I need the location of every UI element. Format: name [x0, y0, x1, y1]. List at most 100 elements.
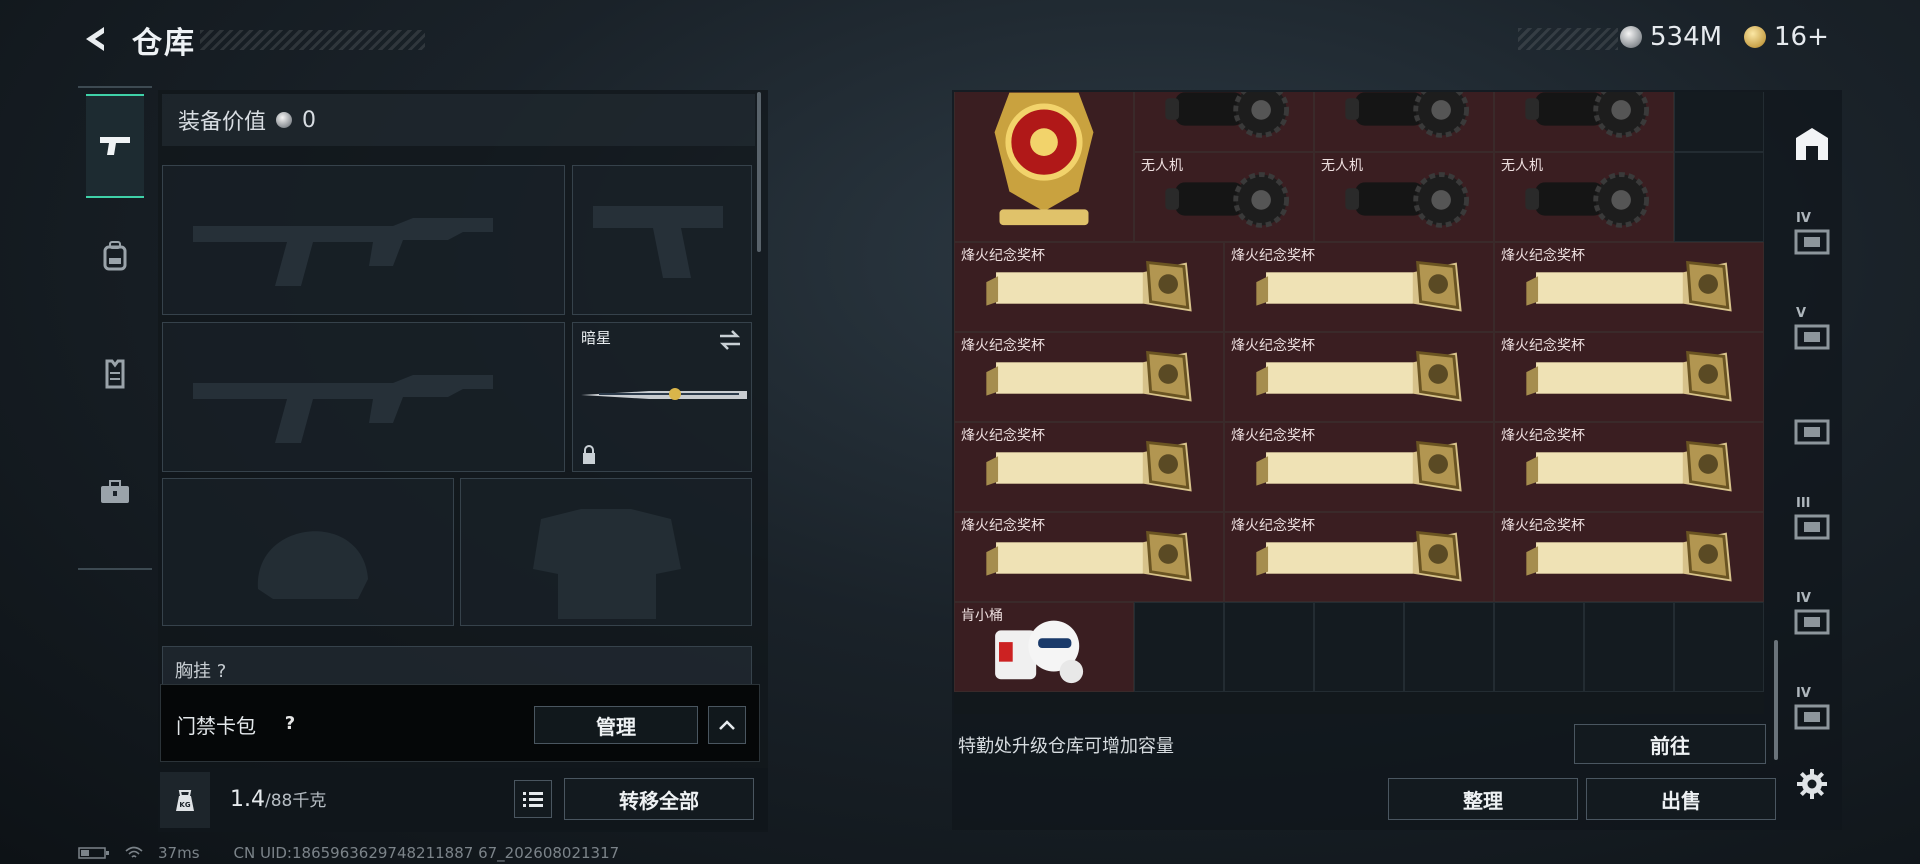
rail-item-backpack[interactable] [86, 204, 144, 308]
weight-readout: 1.4/88千克 [230, 786, 326, 812]
silver-currency[interactable]: 534M [1620, 22, 1722, 52]
item-name: 无人机 [1501, 158, 1543, 174]
equipment-value-label: 装备价值 [178, 110, 267, 135]
empty-cell[interactable] [1224, 602, 1314, 692]
sort-button[interactable]: 整理 [1388, 778, 1578, 820]
back-arrow-icon [86, 27, 104, 51]
expand-button[interactable] [708, 706, 746, 744]
storage-item-trophy[interactable]: 烽火纪念奖杯 [1494, 512, 1764, 602]
help-icon[interactable]: ? [276, 709, 304, 737]
goto-label: 前往 [1650, 733, 1690, 758]
secondary-weapon-slot[interactable] [162, 322, 565, 472]
storage-item-trophy[interactable]: 烽火纪念奖杯 [1224, 512, 1494, 602]
weight-icon: KG [160, 772, 210, 828]
storage-item-medal[interactable]: 阿萨拉勋章 [954, 92, 1134, 242]
list-icon [523, 792, 543, 807]
page-title: 仓库 [132, 26, 196, 61]
melee-name: 暗星 [581, 329, 612, 347]
goto-button[interactable]: 前往 [1574, 724, 1766, 764]
gold-currency[interactable]: 16+ [1744, 22, 1829, 52]
empty-cell[interactable] [1134, 602, 1224, 692]
rifle-silhouette-icon [193, 375, 493, 443]
empty-cell[interactable] [1314, 602, 1404, 692]
storage-item-drone[interactable]: 无人机 [1314, 152, 1494, 242]
storage-item-drone[interactable]: 无人机 [1134, 92, 1314, 152]
vest-icon [105, 359, 125, 389]
loadout-scrollbar[interactable] [757, 92, 761, 252]
tier-label: III [1796, 496, 1811, 511]
rail-item-weapons[interactable] [86, 94, 144, 198]
tier-label: V [1796, 306, 1807, 321]
storage-item-trophy[interactable]: 烽火纪念奖杯 [954, 332, 1224, 422]
storage-item-drone[interactable]: 无人机 [1314, 92, 1494, 152]
chest-rig-row[interactable]: 胸挂 ? [162, 646, 752, 686]
wifi-icon [125, 846, 143, 858]
storage-tab-ii-icon[interactable] [1790, 407, 1834, 451]
uid-text: CN UID:1865963629748211887 67_2026080213… [233, 844, 620, 862]
storage-box-icon [1794, 324, 1830, 350]
storage-item-trophy[interactable]: 烽火纪念奖杯 [954, 242, 1224, 332]
swap-icon[interactable] [717, 329, 743, 351]
storage-tab-iv-c-icon[interactable]: IV [1790, 686, 1834, 736]
storage-grid: 阿萨拉勋章 无人机 无人机 无人机 无人机 无人机 无人机 [954, 92, 1764, 714]
silver-amount: 534M [1650, 22, 1723, 52]
storage-item-trophy[interactable]: 烽火纪念奖杯 [1494, 422, 1764, 512]
storage-item-trophy[interactable]: 烽火纪念奖杯 [1494, 332, 1764, 422]
tier-label: IV [1796, 211, 1811, 226]
empty-cell[interactable] [1674, 92, 1764, 152]
empty-cell[interactable] [1674, 602, 1764, 692]
settings-button[interactable] [1790, 762, 1834, 806]
sidearm-slot[interactable] [572, 165, 752, 315]
currency-decoration [1518, 28, 1618, 50]
storage-scrollbar[interactable] [1774, 640, 1778, 760]
item-name: 烽火纪念奖杯 [961, 338, 1045, 354]
transfer-all-button[interactable]: 转移全部 [564, 778, 754, 820]
battery-icon [78, 847, 109, 859]
empty-cell[interactable] [1404, 602, 1494, 692]
storage-tab-iii-icon[interactable]: III [1790, 496, 1834, 546]
empty-cell[interactable] [1494, 602, 1584, 692]
gear-icon [1797, 769, 1827, 799]
item-name: 无人机 [1141, 158, 1183, 174]
empty-cell[interactable] [1584, 602, 1674, 692]
drone-icon [1165, 92, 1290, 138]
item-name: 肯小桶 [961, 608, 1003, 624]
knife-icon [581, 388, 747, 400]
rail-item-vest[interactable] [86, 322, 144, 426]
storage-item-trophy[interactable]: 烽火纪念奖杯 [954, 422, 1224, 512]
item-name: 无人机 [1321, 158, 1363, 174]
primary-weapon-slot[interactable] [162, 165, 565, 315]
storage-upgrade-hint: 特勤处升级仓库可增加容量 [958, 736, 1174, 757]
storage-tab-v-icon[interactable]: V [1790, 306, 1834, 356]
sell-button[interactable]: 出售 [1586, 778, 1776, 820]
list-view-button[interactable] [514, 780, 552, 818]
melee-slot[interactable]: 暗星 [572, 322, 752, 472]
storage-item-drone[interactable]: 无人机 [1494, 92, 1674, 152]
lock-icon [583, 445, 595, 464]
armor-slot[interactable] [460, 478, 752, 626]
storage-box-icon [1794, 704, 1830, 730]
storage-item-trophy[interactable]: 烽火纪念奖杯 [1224, 332, 1494, 422]
helmet-slot[interactable] [162, 478, 454, 626]
storage-tab-iv-b-icon[interactable]: IV [1790, 591, 1834, 641]
rail-item-toolbox[interactable] [86, 440, 144, 544]
storage-item-trophy[interactable]: 烽火纪念奖杯 [1224, 242, 1494, 332]
storage-item-drone[interactable]: 无人机 [1494, 152, 1674, 242]
storage-item-trophy[interactable]: 烽火纪念奖杯 [1224, 422, 1494, 512]
storage-item-trophy[interactable]: 烽火纪念奖杯 [1494, 242, 1764, 332]
storage-tab-main-icon[interactable] [1790, 122, 1834, 166]
help-text: ? [284, 712, 296, 734]
status-line: 37ms CN UID:1865963629748211887 67_20260… [78, 844, 619, 862]
manage-button[interactable]: 管理 [534, 706, 698, 744]
loadout-category-rail [78, 86, 152, 570]
storage-item-toy[interactable]: 肯小桶 [954, 602, 1134, 692]
helmet-silhouette-icon [257, 531, 368, 599]
ping-value: 37ms [158, 844, 200, 862]
item-name: 烽火纪念奖杯 [961, 428, 1045, 444]
storage-item-trophy[interactable]: 烽火纪念奖杯 [954, 512, 1224, 602]
empty-cell[interactable] [1674, 152, 1764, 242]
storage-item-drone[interactable]: 无人机 [1134, 152, 1314, 242]
storage-tab-iv-icon[interactable]: IV [1790, 211, 1834, 261]
back-button[interactable] [78, 22, 112, 56]
svg-text:KG: KG [179, 801, 190, 809]
